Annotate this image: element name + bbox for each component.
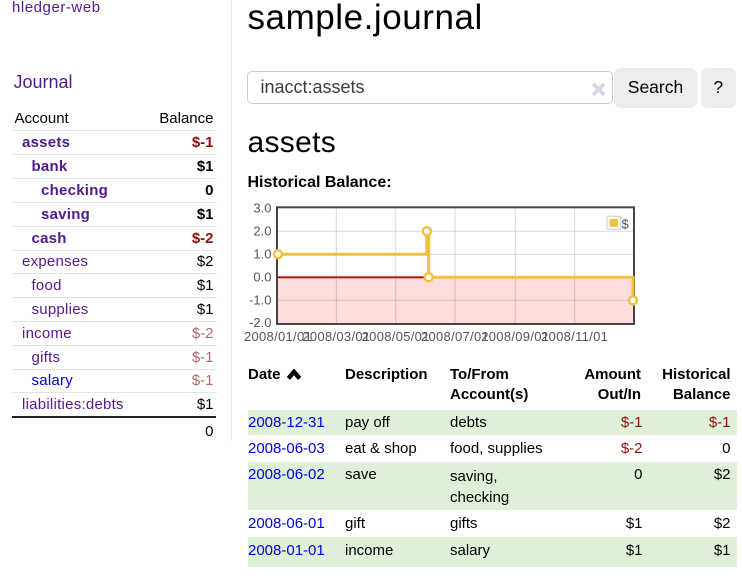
svg-text:3.0: 3.0: [253, 201, 271, 216]
svg-text:0.0: 0.0: [253, 270, 271, 285]
svg-text:2008/09/01: 2008/09/01: [481, 329, 549, 344]
svg-text:2008/11/01: 2008/11/01: [541, 329, 608, 344]
svg-text:$: $: [622, 217, 630, 232]
svg-text:2008/05/01: 2008/05/01: [362, 329, 430, 344]
svg-text:-2.0: -2.0: [249, 315, 271, 330]
svg-text:1.0: 1.0: [253, 247, 271, 262]
svg-text:2008/03/01: 2008/03/01: [302, 329, 370, 344]
svg-text:2008/07/01: 2008/07/01: [421, 329, 489, 344]
svg-text:-1.0: -1.0: [249, 293, 271, 308]
svg-text:2.0: 2.0: [253, 224, 271, 239]
